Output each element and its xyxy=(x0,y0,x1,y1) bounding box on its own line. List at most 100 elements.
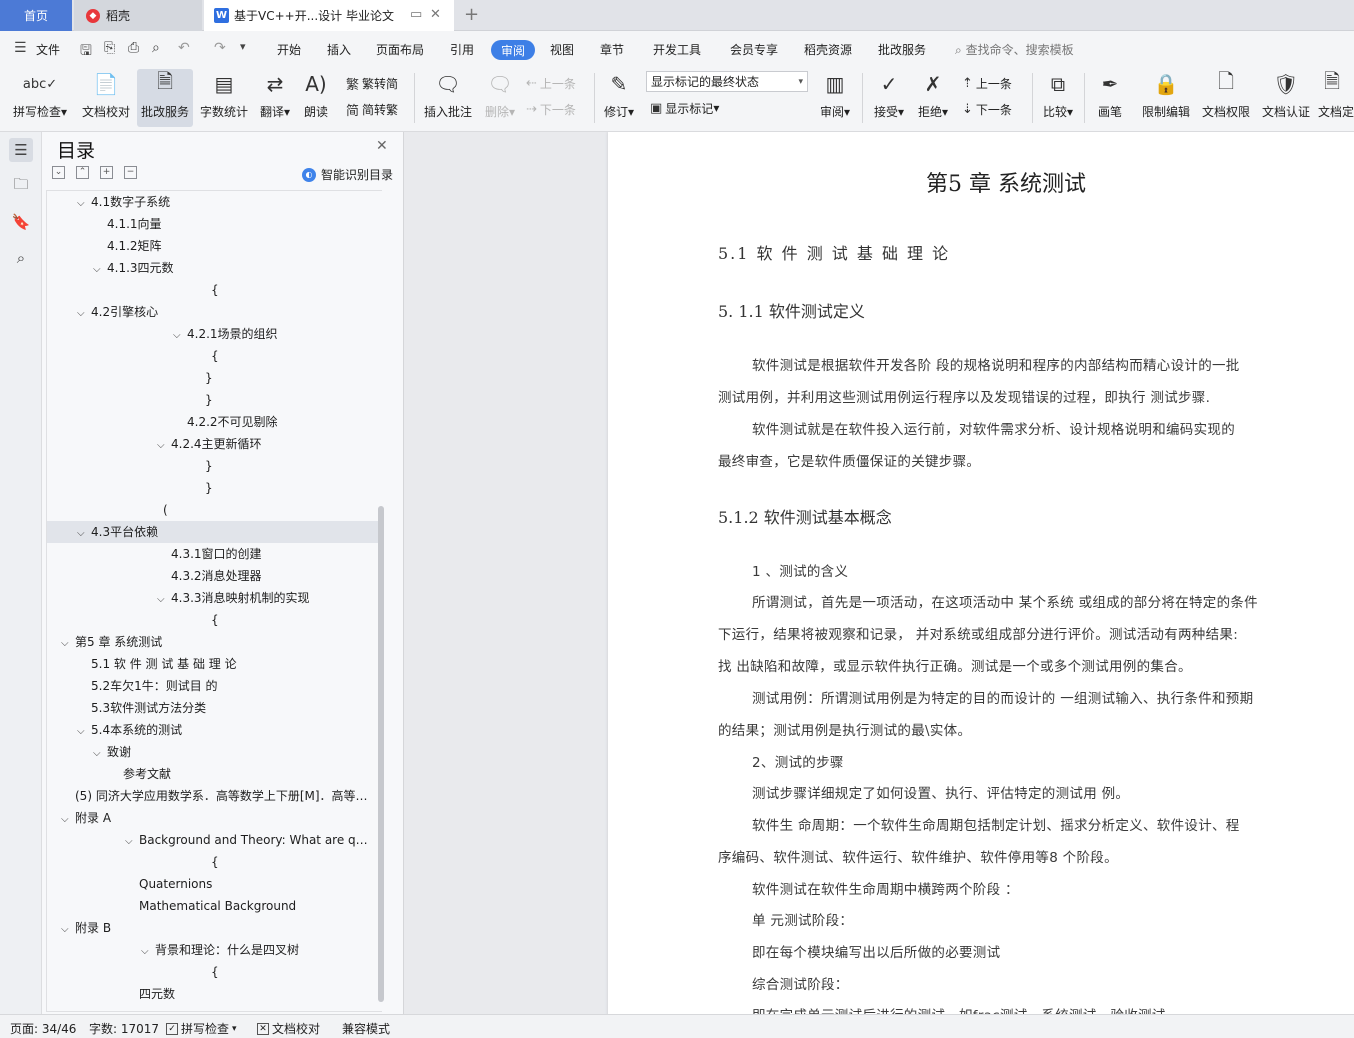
toc-item[interactable]: ⌵ 4.2.1场景的组织 xyxy=(47,323,379,345)
word-count-indicator[interactable]: 字数: 17017 xyxy=(89,1020,159,1037)
toc-item[interactable]: { xyxy=(47,609,379,631)
status-spell-check[interactable]: ✓ 拼写检查 ▾ xyxy=(166,1020,237,1037)
toc-item[interactable]: ⌵ 4.3.3消息映射机制的实现 xyxy=(47,587,379,609)
toc-item[interactable]: 5.1 软 件 测 试 基 础 理 论 xyxy=(47,653,379,675)
toc-item[interactable]: 4.1.2矩阵 xyxy=(47,235,379,257)
toc-item[interactable]: ⌵ 4.2引擎核心 xyxy=(47,301,379,323)
toc-item[interactable]: ⌵ 附录 B xyxy=(47,917,379,939)
toc-item[interactable]: ⌵ 4.2.4主更新循环 xyxy=(47,433,379,455)
review-service-button[interactable]: 🗎 批改服务 xyxy=(137,69,193,127)
tab-docer[interactable]: ◆ 稻壳 xyxy=(74,0,202,31)
toc-item[interactable]: 4.3.2消息处理器 xyxy=(47,565,379,587)
pen-button[interactable]: ✒ 画笔 xyxy=(1090,69,1130,127)
insert-comment-button[interactable]: 🗨 插入批注 xyxy=(420,69,476,127)
toc-item[interactable]: ⌵ 5.4本系统的测试 xyxy=(47,719,379,741)
toc-item[interactable]: Mathematical Background xyxy=(47,895,379,917)
quick-access-more-icon[interactable]: ▾ xyxy=(240,40,246,53)
toc-item[interactable]: } xyxy=(47,455,379,477)
close-icon[interactable]: ✕ xyxy=(376,138,388,154)
restrict-editing-button[interactable]: 🔒 限制编辑 xyxy=(1138,69,1194,127)
toc-item[interactable]: ⌵ 附录 A xyxy=(47,807,379,829)
hamburger-icon[interactable]: ☰ xyxy=(14,40,27,56)
print-icon[interactable]: ⎙ xyxy=(128,40,139,56)
doc-final-button[interactable]: 🗎 文档定 xyxy=(1318,69,1354,127)
redo-icon[interactable]: ↷ xyxy=(214,40,226,56)
toc-item[interactable]: { xyxy=(47,961,379,983)
collapse-all-icon[interactable]: ⌄ xyxy=(52,166,65,179)
menu-start[interactable]: 开始 xyxy=(277,41,301,58)
toc-scrollbar[interactable] xyxy=(378,506,384,1002)
toc-item[interactable]: 参考文献 xyxy=(47,763,379,785)
toc-item[interactable]: Quaternions xyxy=(47,873,379,895)
bookmark-icon[interactable]: 🔖 xyxy=(9,210,33,234)
menu-insert[interactable]: 插入 xyxy=(327,41,351,58)
undo-icon[interactable]: ↶ xyxy=(178,40,190,56)
chapter-nav-icon[interactable]: 🗀 xyxy=(9,174,33,198)
menu-review-service[interactable]: 批改服务 xyxy=(878,41,926,58)
tab-home[interactable]: 首页 xyxy=(0,0,72,31)
toc-item[interactable]: ⌵ 第5 章 系统测试 xyxy=(47,631,379,653)
compare-button[interactable]: ⧉ 比较▾ xyxy=(1038,69,1078,127)
menu-member[interactable]: 会员专享 xyxy=(730,41,778,58)
trad-to-simp-button[interactable]: 繁繁转简 xyxy=(346,73,398,93)
review-pane-button[interactable]: ▥ 审阅▾ xyxy=(816,69,854,127)
toc-item[interactable]: (5) 同济大学应用数学系．高等数学上下册[M]．高等教育出版社 xyxy=(47,785,369,807)
toc-item[interactable]: ⌵ 背景和理论：什么是四叉树 xyxy=(47,939,379,961)
menu-page-layout[interactable]: 页面布局 xyxy=(376,41,424,58)
toc-item[interactable]: } xyxy=(47,367,379,389)
save-icon[interactable]: 🖫 xyxy=(80,40,92,64)
menu-view[interactable]: 视图 xyxy=(550,41,574,58)
toc-item[interactable]: 5.2车欠1牛：则试目 的 xyxy=(47,675,379,697)
document-page[interactable]: 第5 章 系统测试 5.1 软 件 测 试 基 础 理 论 5. 1.1 软件测… xyxy=(608,132,1354,1014)
track-changes-button[interactable]: ✎ 修订▾ xyxy=(600,69,638,127)
markup-mode-select[interactable]: 显示标记的最终状态 ▾ xyxy=(646,71,808,92)
doc-proof-button[interactable]: 📄 文档校对 xyxy=(78,69,134,127)
smart-detect-toc-button[interactable]: ◐ 智能识别目录 xyxy=(302,166,393,183)
toc-item[interactable]: ⌵Background and Theory: What are quatern… xyxy=(47,829,369,851)
tab-pin-icon[interactable]: ▭ xyxy=(410,7,422,22)
toc-item[interactable]: 5.3软件测试方法分类 xyxy=(47,697,379,719)
menu-file[interactable]: 文件 xyxy=(36,41,60,58)
prev-change-button[interactable]: ⇡ 上一条 xyxy=(962,73,1012,93)
command-search[interactable]: ⌕ 查找命令、搜索模板 xyxy=(955,41,1074,58)
tab-document[interactable]: W 基于VC++开...设计 毕业论文 ▭ ✕ xyxy=(204,0,454,31)
find-icon[interactable]: ⌕ xyxy=(9,246,33,270)
toc-view-icon[interactable]: ☰ xyxy=(9,138,33,162)
menu-chapter[interactable]: 章节 xyxy=(600,41,624,58)
doc-permission-button[interactable]: 🗋 文档权限 xyxy=(1198,69,1254,127)
reject-button[interactable]: ✗ 拒绝▾ xyxy=(914,69,952,127)
print-preview-icon[interactable]: ⌕ xyxy=(152,40,160,56)
translate-button[interactable]: ⇄ 翻译▾ xyxy=(256,69,294,127)
menu-developer[interactable]: 开发工具 xyxy=(653,41,701,58)
menu-references[interactable]: 引用 xyxy=(450,41,474,58)
toc-item[interactable]: } xyxy=(47,389,379,411)
toc-item[interactable]: { xyxy=(47,345,379,367)
simp-to-trad-button[interactable]: 简简转繁 xyxy=(346,99,398,119)
toc-item[interactable]: ⌵ 4.1数字子系统 xyxy=(47,191,379,213)
menu-docer-resources[interactable]: 稻壳资源 xyxy=(804,41,852,58)
doc-certify-button[interactable]: 🛡 文档认证 xyxy=(1258,69,1314,127)
status-doc-proof[interactable]: ✕ 文档校对 xyxy=(257,1020,320,1037)
toc-item[interactable]: } xyxy=(47,477,379,499)
toc-item[interactable]: 四元数 xyxy=(47,983,379,1005)
add-item-icon[interactable]: + xyxy=(100,166,113,179)
delete-comment-button[interactable]: 🗨 删除▾ xyxy=(480,69,520,127)
next-change-button[interactable]: ⇣ 下一条 xyxy=(962,99,1012,119)
toc-item[interactable]: 4.2.2不可见剔除 xyxy=(47,411,379,433)
toc-item[interactable]: ⌵ 4.1.3四元数 xyxy=(47,257,379,279)
next-comment-button[interactable]: ⇢ 下一条 xyxy=(526,99,576,119)
tab-close-icon[interactable]: ✕ xyxy=(430,7,441,22)
expand-all-icon[interactable]: ⌃ xyxy=(76,166,89,179)
toc-item[interactable]: { xyxy=(47,279,379,301)
spell-check-button[interactable]: abc✓ 拼写检查▾ xyxy=(8,69,72,127)
toc-item-selected[interactable]: ⌵ 4.3平台依赖 xyxy=(47,521,379,543)
toc-item[interactable]: 4.1.1向量 xyxy=(47,213,379,235)
menu-review[interactable]: 审阅 xyxy=(491,40,535,60)
page-indicator[interactable]: 页面: 34/46 xyxy=(10,1020,76,1037)
new-tab-button[interactable]: + xyxy=(464,4,479,25)
read-aloud-button[interactable]: A) 朗读 xyxy=(298,69,334,127)
toc-item[interactable]: ( xyxy=(47,499,379,521)
toc-item[interactable]: ⌵ 致谢 xyxy=(47,741,379,763)
toc-item[interactable]: 4.3.1窗口的创建 xyxy=(47,543,379,565)
word-count-button[interactable]: ▤ 字数统计 xyxy=(197,69,251,127)
